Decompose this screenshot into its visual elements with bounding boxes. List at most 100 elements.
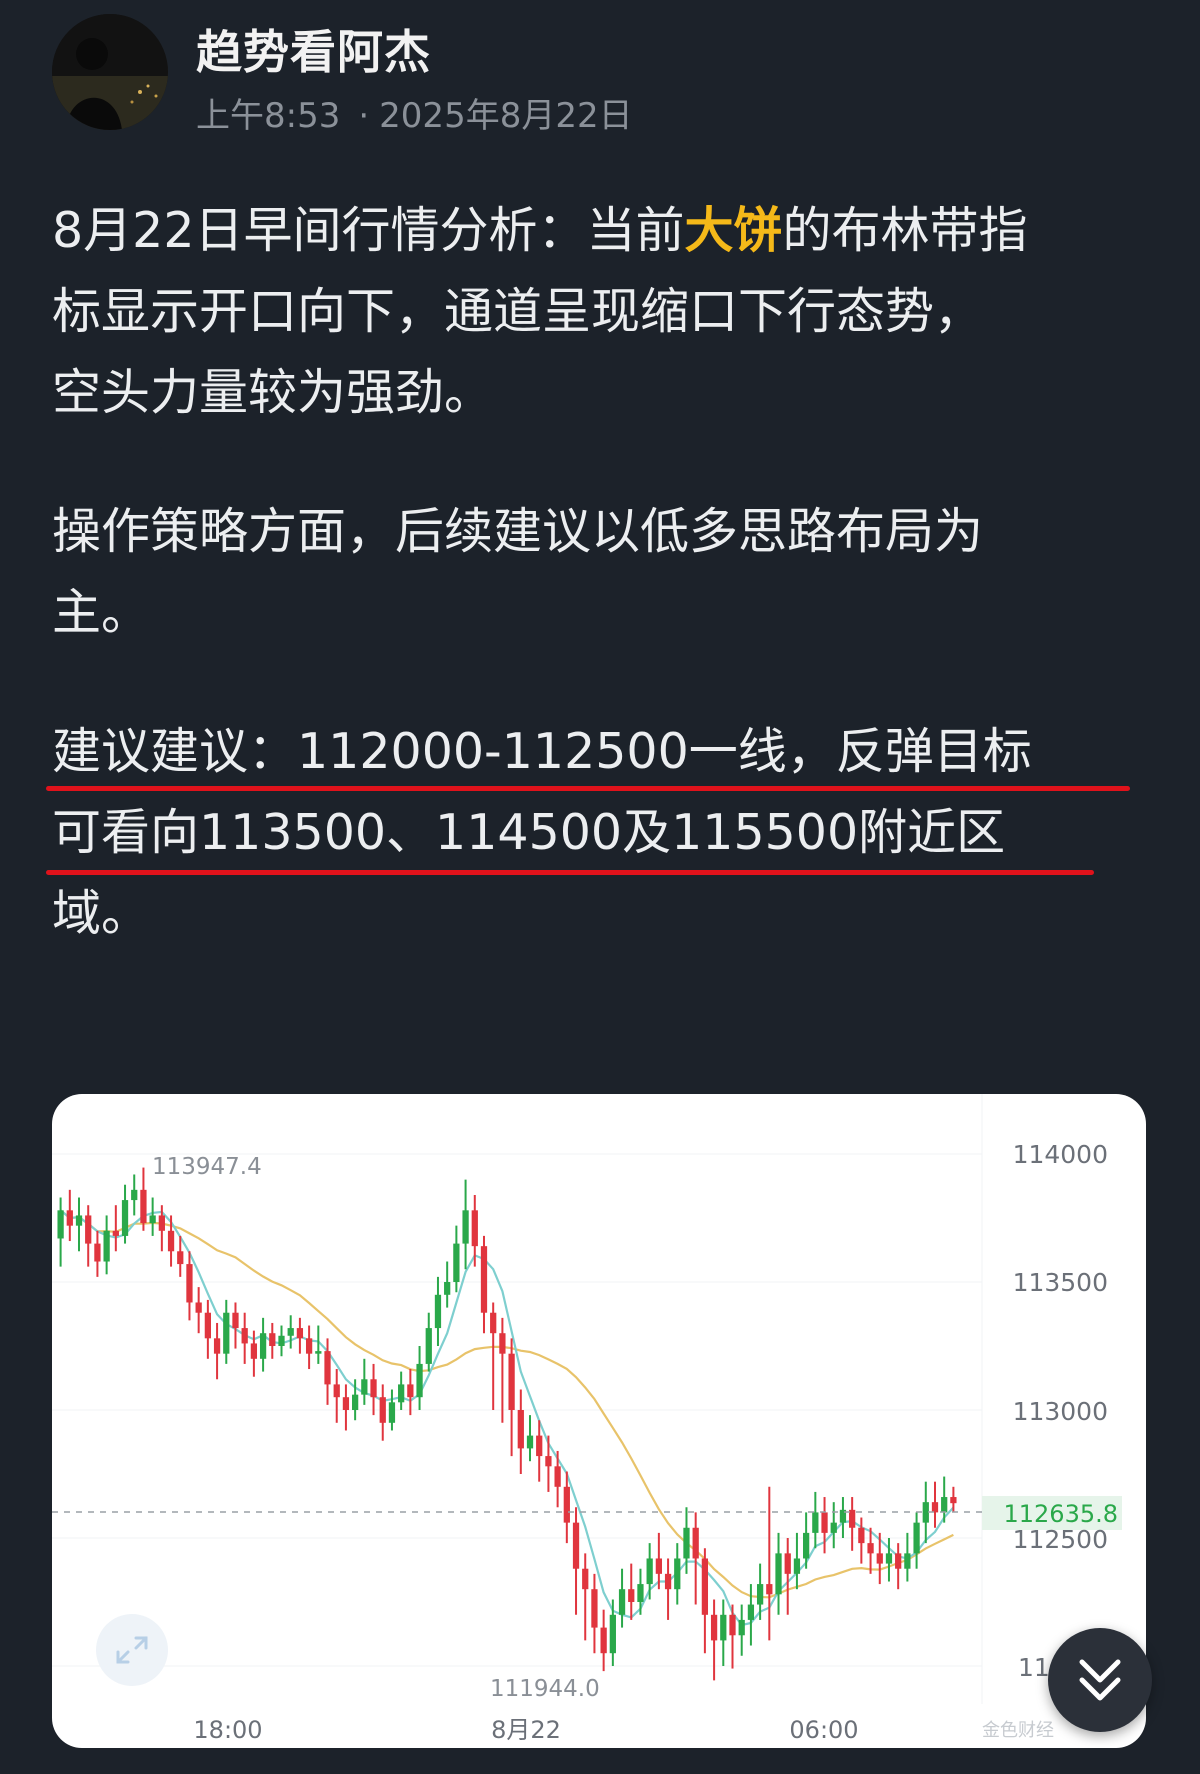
candle-up: [278, 1335, 285, 1346]
candle-down: [931, 1502, 939, 1513]
candle-down: [140, 1189, 147, 1224]
candle-down: [563, 1486, 570, 1523]
post-view: 趋势看阿杰 上午8:53 · 2025年8月22日 8月22日早间行情分析：当前大饼…: [0, 0, 1200, 1774]
candle-up: [830, 1522, 837, 1533]
candle-up: [913, 1522, 920, 1554]
candle-up: [453, 1243, 460, 1282]
candle-up: [388, 1402, 396, 1423]
candle-up: [287, 1328, 294, 1336]
candle-down: [600, 1627, 607, 1654]
candle-down: [213, 1338, 221, 1354]
meta-separator: ·: [358, 96, 370, 136]
candle-down: [582, 1568, 589, 1590]
candle-down: [241, 1328, 248, 1344]
candle-down: [195, 1302, 202, 1313]
paragraph-strategy-line1: 操作策略方面，后续建议以低多思路布局为: [52, 503, 984, 560]
candle-up: [57, 1210, 64, 1239]
candle-up: [775, 1553, 782, 1595]
candle-down: [950, 1497, 957, 1504]
candle-down: [269, 1333, 276, 1346]
candle-up: [131, 1189, 138, 1201]
watermark: 金色财经: [982, 1720, 1054, 1741]
candle-down: [94, 1243, 101, 1262]
candle-up: [793, 1558, 801, 1574]
highlight-keyword[interactable]: 大饼: [685, 202, 783, 259]
candle-up: [398, 1384, 405, 1403]
candle-down: [379, 1397, 386, 1423]
candle-up: [121, 1200, 129, 1236]
chart-grid: [52, 1094, 983, 1704]
candle-up: [361, 1379, 368, 1395]
candle-up: [416, 1363, 423, 1398]
candles: [57, 1167, 957, 1681]
chart-card[interactable]: 112635.8 114000 113500 113000 112500 11 …: [52, 1094, 1146, 1748]
candle-up: [103, 1230, 110, 1262]
ma-slow-line: [59, 1209, 954, 1599]
candle-down: [167, 1230, 175, 1252]
author-name[interactable]: 趋势看阿杰: [196, 16, 431, 82]
candle-down: [517, 1410, 524, 1449]
candle-down: [186, 1264, 193, 1303]
red-underline-1: [46, 786, 1130, 791]
candle-down: [591, 1589, 598, 1628]
candle-down: [867, 1543, 874, 1554]
candle-down: [158, 1215, 165, 1231]
candle-up: [738, 1619, 745, 1636]
post-meta: 上午8:53 · 2025年8月22日: [196, 88, 633, 137]
candle-down: [821, 1512, 828, 1533]
candle-up: [756, 1584, 764, 1605]
candle-down: [296, 1328, 304, 1339]
x-tick-label: 06:00: [789, 1716, 858, 1744]
candle-down: [342, 1397, 350, 1410]
candle-up: [352, 1394, 359, 1410]
paragraph-analysis-line2: 标显示开口向下，通道呈现缩口下行态势，: [52, 283, 984, 340]
candle-up: [904, 1553, 911, 1569]
candle-down: [370, 1379, 377, 1398]
scroll-down-button[interactable]: [1048, 1628, 1152, 1732]
y-tick-label: 114000: [1013, 1140, 1108, 1169]
low-price-label: 111944.0: [490, 1676, 600, 1702]
candle-up: [259, 1333, 267, 1359]
candle-up: [444, 1282, 451, 1295]
candle-up: [747, 1604, 755, 1620]
candle-up: [434, 1294, 442, 1329]
candle-down: [305, 1338, 313, 1354]
candle-up: [425, 1328, 432, 1364]
paragraph-analysis-line1: 8月22日早间行情分析：当前大饼的布林带指: [52, 190, 1162, 271]
candle-down: [324, 1351, 331, 1385]
candle-down: [112, 1230, 119, 1236]
candle-down: [480, 1246, 488, 1313]
post-body: 8月22日早间行情分析：当前大饼的布林带指 标显示开口向下，通道呈现缩口下行态势…: [52, 190, 1162, 954]
high-price-label: 113947.4: [152, 1154, 262, 1180]
candle-down: [895, 1553, 902, 1569]
candle-down: [729, 1614, 736, 1636]
candle-down: [66, 1210, 73, 1226]
candle-up: [75, 1215, 83, 1226]
candle-up: [646, 1558, 653, 1585]
x-tick-label: 8月22: [491, 1716, 561, 1744]
candle-down: [232, 1312, 239, 1329]
analysis-text: 8月22日早间行情分析：当前: [52, 202, 685, 259]
ma-fast-line: [59, 1209, 955, 1627]
candle-down: [545, 1456, 552, 1467]
candle-down: [508, 1353, 515, 1410]
candle-down: [554, 1466, 561, 1487]
candle-down: [204, 1312, 211, 1339]
candle-up: [149, 1215, 156, 1224]
candle-up: [683, 1527, 690, 1559]
candle-down: [784, 1553, 791, 1574]
avatar[interactable]: [52, 14, 168, 130]
candle-down: [701, 1558, 709, 1615]
candle-down: [177, 1251, 184, 1265]
double-chevron-down-icon: [1079, 1659, 1121, 1701]
x-tick-label: 18:00: [193, 1716, 262, 1744]
red-underline-2: [46, 870, 1094, 875]
paragraph-suggestion-line1: 建议建议：112000-112500一线，反弹目标: [52, 723, 1032, 780]
candle-down: [572, 1522, 580, 1569]
candle-down: [536, 1435, 543, 1457]
candle-down: [499, 1333, 506, 1354]
expand-chart-button[interactable]: [96, 1614, 168, 1686]
post-time: 上午8:53: [196, 96, 341, 136]
